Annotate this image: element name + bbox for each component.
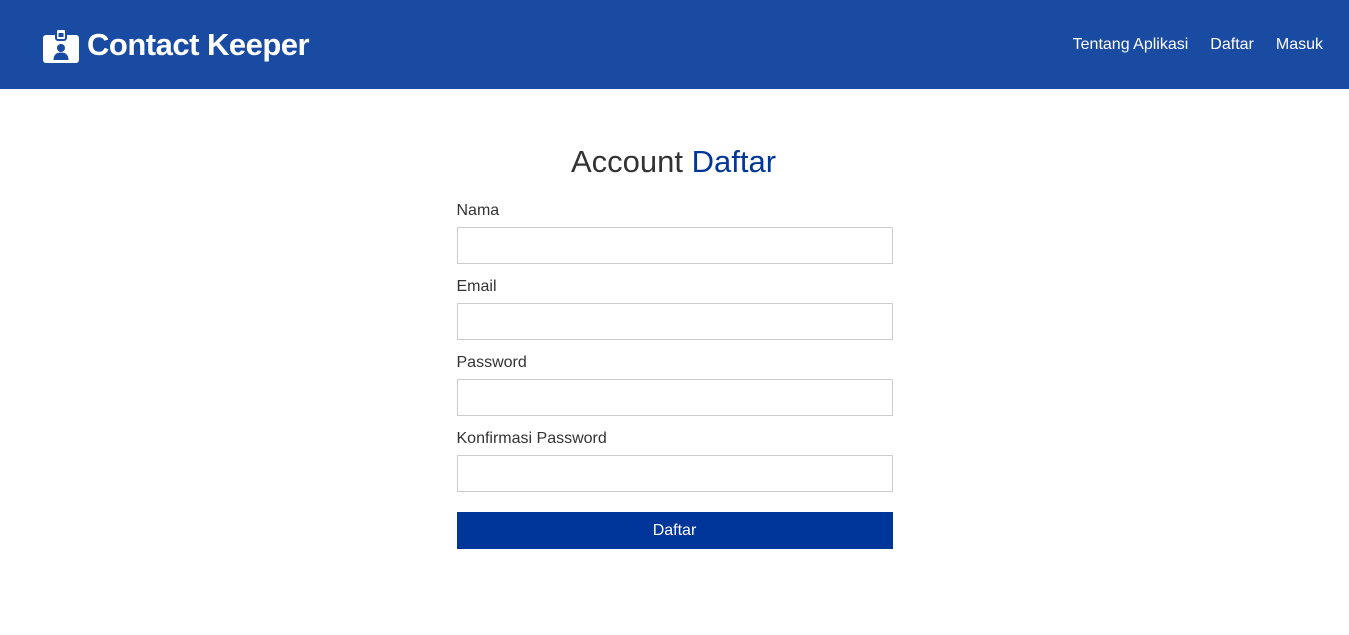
page-title: Account Daftar	[455, 144, 893, 180]
nama-label: Nama	[456, 202, 500, 219]
nav-links: Tentang Aplikasi Daftar Masuk	[1051, 36, 1323, 54]
nav-link-daftar[interactable]: Daftar	[1210, 36, 1254, 54]
email-label: Email	[456, 278, 497, 295]
daftar-submit-button[interactable]: Daftar	[456, 512, 893, 549]
konfirmasi-password-input[interactable]	[456, 455, 893, 492]
navbar: Contact Keeper Tentang Aplikasi Daftar M…	[0, 0, 1349, 89]
nav-link-masuk[interactable]: Masuk	[1276, 36, 1323, 54]
brand-title: Contact Keeper	[87, 26, 310, 62]
register-container: Account Daftar Nama Email Password Konfi…	[455, 89, 893, 549]
password-label: Password	[456, 354, 527, 371]
page-title-prefix: Account	[570, 144, 683, 179]
konfirmasi-password-label: Konfirmasi Password	[456, 430, 607, 447]
form-group-password: Password	[456, 353, 893, 416]
brand[interactable]: Contact Keeper	[43, 26, 310, 63]
form-group-email: Email	[456, 277, 893, 340]
email-input[interactable]	[456, 303, 893, 340]
form-group-nama: Nama	[456, 201, 893, 264]
form-group-konfirmasi-password: Konfirmasi Password	[456, 429, 893, 492]
nav-link-tentang-aplikasi[interactable]: Tentang Aplikasi	[1073, 36, 1189, 54]
nama-input[interactable]	[456, 227, 893, 264]
page-title-accent: Daftar	[691, 144, 777, 179]
id-badge-icon	[43, 27, 79, 63]
password-input[interactable]	[456, 379, 893, 416]
register-form: Nama Email Password Konfirmasi Password …	[456, 201, 893, 549]
